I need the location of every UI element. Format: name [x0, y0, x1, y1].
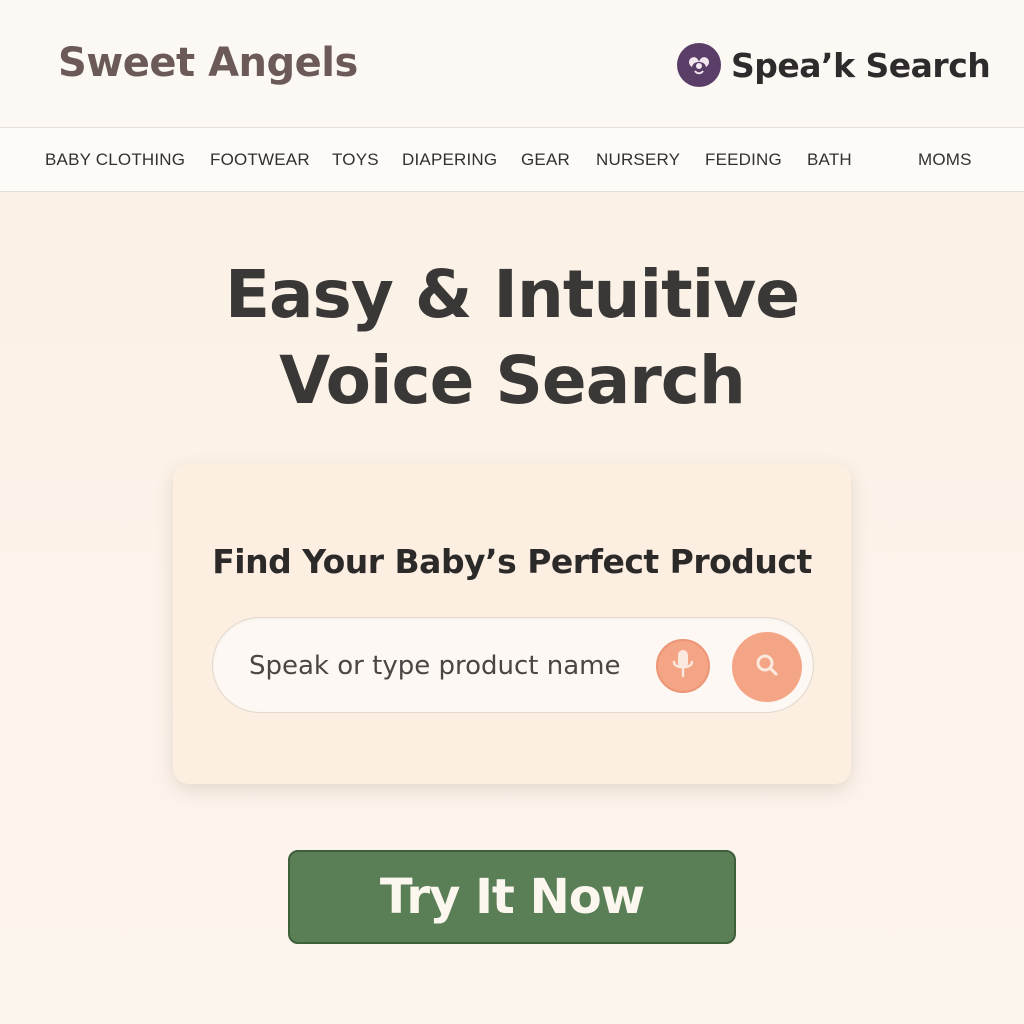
- page: Sweet Angels Spea’k Search BABY CLOTHING…: [0, 0, 1024, 1024]
- nav-item-nursery[interactable]: NURSERY: [596, 150, 680, 170]
- nav-item-toys[interactable]: TOYS: [332, 150, 379, 170]
- nav-item-baby-clothing[interactable]: BABY CLOTHING: [45, 150, 185, 170]
- nav-item-gear[interactable]: GEAR: [521, 150, 570, 170]
- speak-search-name: Spea’k Search: [731, 45, 991, 85]
- nav-item-bath[interactable]: BATH: [807, 150, 852, 170]
- site-header: Sweet Angels Spea’k Search: [0, 0, 1024, 128]
- magnifier-icon: [752, 650, 782, 684]
- nav-item-diapering[interactable]: DIAPERING: [402, 150, 497, 170]
- hero-title-line-1: Easy & Intuitive: [224, 256, 800, 333]
- brand-logo[interactable]: Sweet Angels: [58, 40, 358, 86]
- search-submit-button[interactable]: [732, 632, 802, 702]
- speak-search-logo[interactable]: Spea’k Search: [677, 43, 991, 87]
- speak-search-logo-icon: [677, 43, 721, 87]
- category-nav: BABY CLOTHING FOOTWEAR TOYS DIAPERING GE…: [0, 128, 1024, 192]
- microphone-icon: [668, 647, 698, 685]
- voice-search-button[interactable]: [656, 639, 710, 693]
- search-input[interactable]: [249, 644, 649, 688]
- search-bar: [212, 617, 814, 713]
- try-it-now-button[interactable]: Try It Now: [288, 850, 736, 944]
- voice-search-card: Find Your Baby’s Perfect Product: [173, 464, 851, 784]
- nav-item-feeding[interactable]: FEEDING: [705, 150, 782, 170]
- nav-item-footwear[interactable]: FOOTWEAR: [210, 150, 310, 170]
- card-title: Find Your Baby’s Perfect Product: [212, 542, 812, 581]
- hero-title: Easy & Intuitive Voice Search: [0, 252, 1024, 424]
- hero-title-line-2: Voice Search: [279, 342, 746, 419]
- nav-item-moms[interactable]: MOMS: [918, 150, 972, 170]
